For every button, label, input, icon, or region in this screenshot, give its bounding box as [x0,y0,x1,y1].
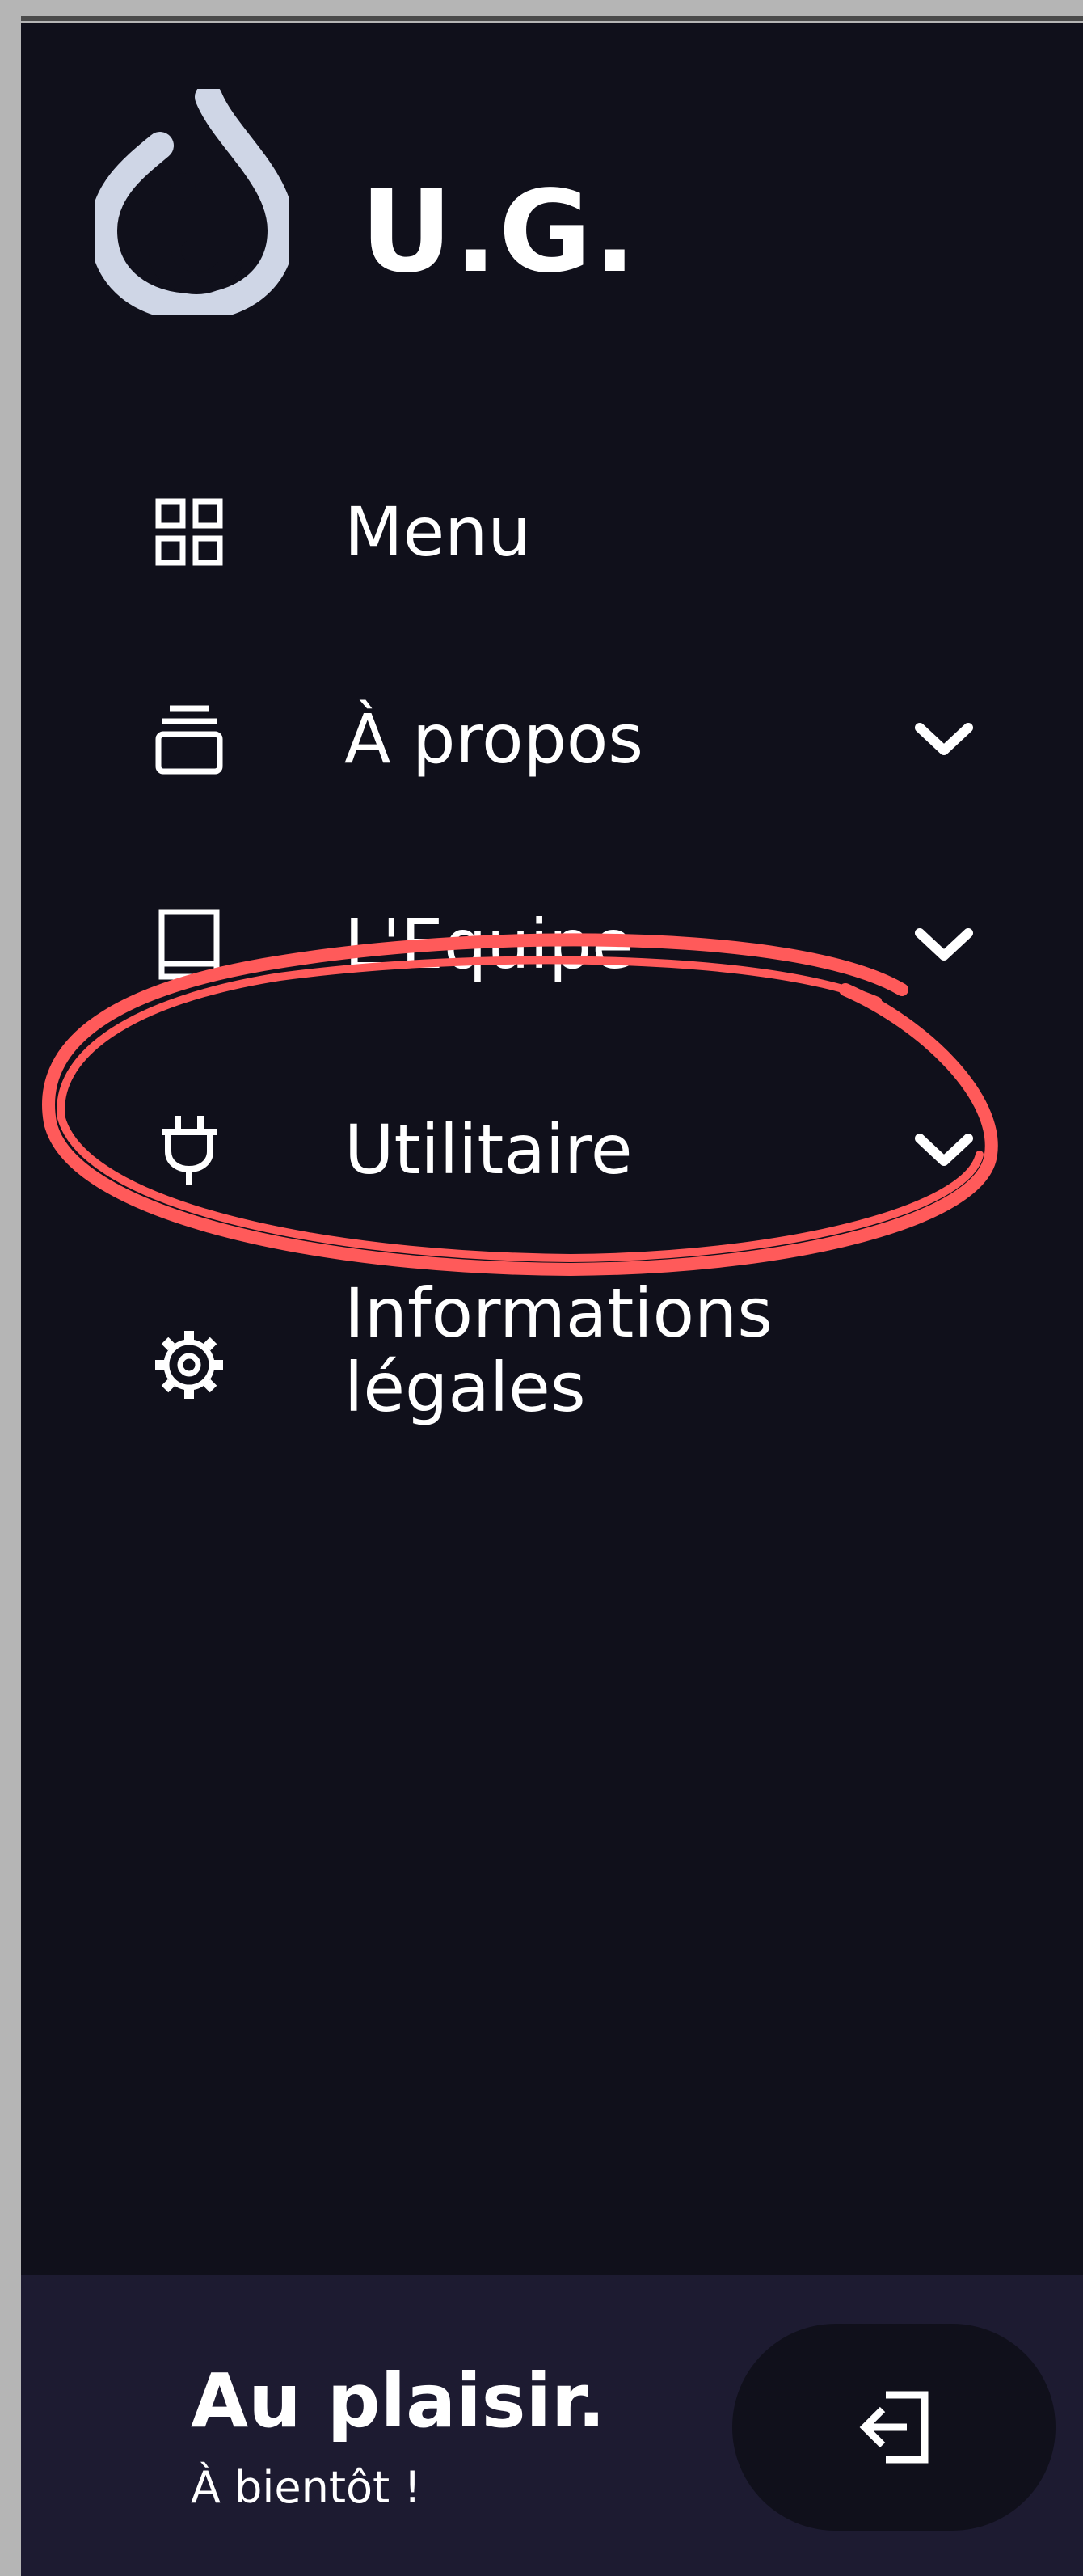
gear-icon [155,1331,223,1399]
brand-header: U.G. [21,23,1083,315]
nav-label-menu: Menu [344,492,531,572]
footer-subtitle: À bientôt ! [191,2462,422,2513]
nav-label-equipe: L'Equipe [344,904,634,984]
nav-item-informations-legales[interactable]: Informations légales [21,1260,1083,1470]
grid-icon [155,498,223,566]
water-drop-logo-icon [95,89,289,315]
plug-icon [162,1116,217,1185]
nav-item-utilitaire[interactable]: Utilitaire [21,1077,1083,1223]
brand-title: U.G. [360,167,638,298]
chevron-down-icon[interactable] [910,920,978,969]
book-icon [158,909,220,980]
sidebar: U.G. Menu À propos L'Equipe Utilitaire I… [21,23,1083,2576]
footer-greeting: Au plaisir. [191,2358,606,2444]
logout-icon [859,2391,929,2464]
nav-label-a-propos: À propos [344,699,644,779]
sidebar-footer: Au plaisir. À bientôt ! [21,2275,1083,2576]
window-top-border [0,0,1083,23]
nav-label-informations-legales: Informations légales [344,1273,773,1428]
nav-item-equipe[interactable]: L'Equipe [21,872,1083,1017]
chevron-down-icon[interactable] [910,1125,978,1174]
nav-item-menu[interactable]: Menu [21,459,1083,605]
nav-item-a-propos[interactable]: À propos [21,666,1083,812]
nav-label-utilitaire: Utilitaire [344,1109,633,1189]
stack-icon [155,705,223,775]
logout-button[interactable] [732,2324,1056,2531]
chevron-down-icon[interactable] [910,715,978,763]
